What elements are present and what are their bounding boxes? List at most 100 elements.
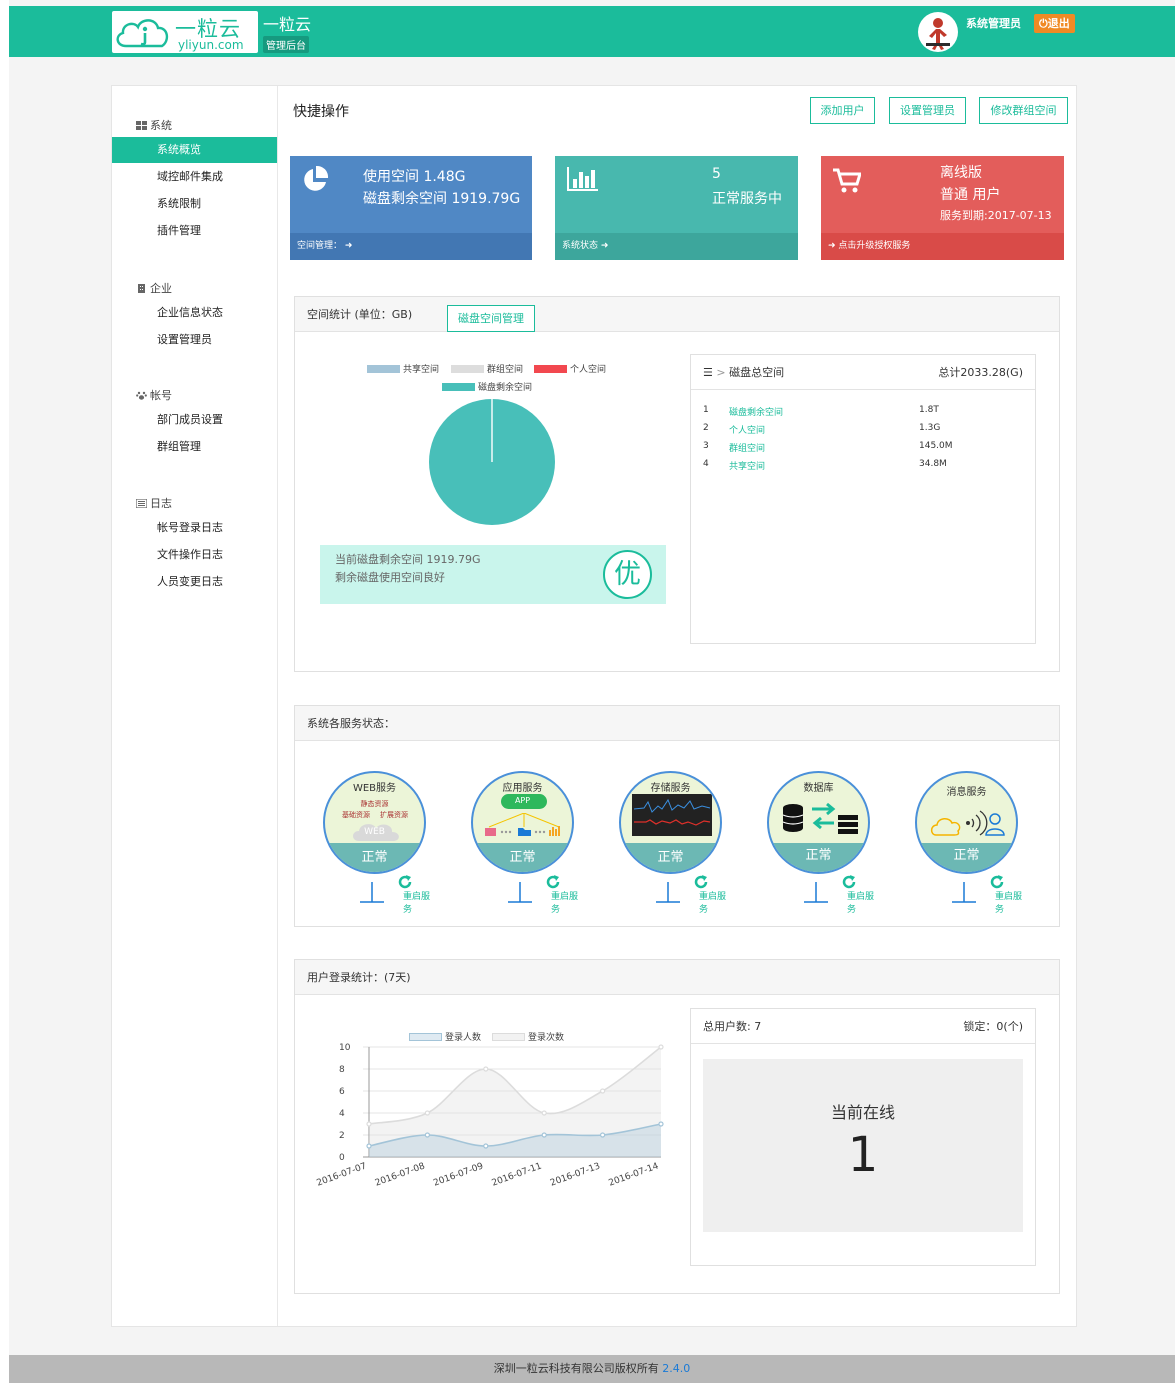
service-web-circle: WEB服务 静态资源 基础资源 扩展资源 WEB 正常: [323, 771, 426, 874]
sidebar-item-set-admin[interactable]: 设置管理员: [112, 327, 277, 353]
upgrade-label: 点击升级授权服务: [838, 241, 911, 251]
sidebar-section-label: 帐号: [150, 389, 172, 402]
set-admin-button[interactable]: 设置管理员: [889, 97, 966, 124]
logo[interactable]: 一粒云 yliyun.com: [112, 11, 258, 53]
tile-license: 离线版 普通 用户 服务到期:2017-07-13 ➜ 点击升级授权服务: [821, 156, 1064, 260]
service-tag: APP: [514, 796, 531, 805]
pie-legend-personal: 个人空间: [534, 362, 606, 375]
refresh-icon[interactable]: [989, 874, 1005, 890]
sidebar-item-file-log[interactable]: 文件操作日志: [112, 542, 277, 568]
restart-button[interactable]: 重启服务: [995, 889, 1025, 915]
row-label[interactable]: 共享空间: [729, 459, 765, 472]
online-label: 当前在线: [830, 1103, 895, 1122]
y-tick-label: 10: [339, 1043, 351, 1053]
top-bar: 一粒云 yliyun.com 一粒云 管理后台 系统管理员 ⏻退出: [9, 6, 1175, 57]
list-icon: ☰: [703, 366, 713, 379]
data-point: [600, 1088, 606, 1094]
row-value: 145.0M: [919, 441, 953, 451]
sidebar-item-limits[interactable]: 系统限制: [112, 191, 277, 217]
service-status: 正常: [805, 848, 832, 863]
avatar[interactable]: [918, 12, 958, 52]
edit-group-space-button[interactable]: 修改群组空间: [979, 97, 1068, 124]
space-stats-panel: 空间统计 (单位：GB) 磁盘空间管理 共享空间 群组空间 个人空间 磁盘剩余空…: [294, 296, 1060, 672]
upgrade-link[interactable]: ➜ 点击升级授权服务: [821, 233, 1064, 260]
space-manage-link[interactable]: 空间管理： ➜: [290, 233, 532, 260]
service-name: 数据库: [803, 783, 834, 794]
user-avatar-icon: [926, 18, 950, 50]
x-tick-label: 2016-07-14: [607, 1161, 660, 1188]
logout-button[interactable]: ⏻退出: [1034, 14, 1075, 33]
sidebar-item-plugins[interactable]: 插件管理: [112, 218, 277, 244]
refresh-icon[interactable]: [693, 874, 709, 890]
x-tick-label: 2016-07-07: [315, 1161, 368, 1188]
total-users: 总用户数: 7: [703, 1020, 762, 1033]
row-label[interactable]: 个人空间: [729, 423, 765, 436]
login-stats-panel: 用户登录统计：(7天) 登录人数 登录次数 0 2 4 6 8 10 2016-07-07 2…: [294, 959, 1060, 1294]
y-tick-label: 0: [339, 1153, 345, 1163]
service-name: 消息服务: [946, 787, 987, 798]
system-status-link[interactable]: 系统状态 ➜: [555, 233, 798, 260]
system-status-label: 系统状态: [562, 241, 599, 251]
data-point: [366, 1121, 372, 1127]
service-web: WEB服务 静态资源 基础资源 扩展资源 WEB 正常 重启服务: [313, 771, 433, 915]
restart-button[interactable]: 重启服务: [847, 889, 877, 915]
online-box: 当前在线 1: [703, 1059, 1023, 1232]
version-link[interactable]: 2.4.0: [662, 1362, 690, 1375]
legend-swatch: [409, 1033, 442, 1041]
row-label[interactable]: 群组空间: [729, 441, 765, 454]
sidebar-item-login-log[interactable]: 帐号登录日志: [112, 515, 277, 541]
sidebar: 系统 系统概览 域控邮件集成 系统限制 插件管理 企业 企业信息状态 设置管理员…: [112, 86, 278, 1326]
service-status: 正常: [657, 850, 684, 865]
add-user-button[interactable]: 添加用户: [810, 97, 875, 124]
service-count: 5: [712, 166, 721, 182]
sidebar-item-domain-mail[interactable]: 域控邮件集成: [112, 164, 277, 190]
breakdown-title: 磁盘总空间: [729, 366, 785, 379]
antenna-icon: [508, 882, 532, 903]
antenna-icon: [952, 882, 976, 903]
service-sub-label: 静态资源: [360, 800, 389, 808]
sidebar-item-member-log[interactable]: 人员变更日志: [112, 569, 277, 595]
tile-space-usage: 使用空间 1.48G 磁盘剩余空间 1919.79G 空间管理： ➜: [290, 156, 532, 260]
online-header: 总用户数: 7 锁定：0(个): [691, 1009, 1035, 1044]
service-message-circle: 消息服务 正常: [915, 771, 1018, 874]
service-database: 数据库 正常 重启服务: [757, 771, 877, 915]
restart-button[interactable]: 重启服务: [403, 889, 433, 915]
sidebar-item-overview[interactable]: 系统概览: [112, 137, 277, 163]
sidebar-item-members[interactable]: 部门成员设置: [112, 407, 277, 433]
sidebar-section-system: 系统: [136, 117, 172, 133]
refresh-icon[interactable]: [841, 874, 857, 890]
arrow-circle-icon: ➜: [600, 241, 609, 251]
service-app-circle: 应用服务 APP 正常: [471, 771, 574, 874]
sidebar-item-groups[interactable]: 群组管理: [112, 434, 277, 460]
restart-button[interactable]: 重启服务: [551, 889, 581, 915]
legend-label: 个人空间: [570, 365, 607, 375]
sidebar-item-enterprise-info[interactable]: 企业信息状态: [112, 300, 277, 326]
app-connections-icon: [485, 813, 560, 836]
y-tick-label: 2: [339, 1131, 345, 1141]
disk-manage-button[interactable]: 磁盘空间管理: [447, 305, 535, 332]
data-point: [366, 1143, 372, 1149]
legend-label: 群组空间: [487, 365, 524, 375]
sidebar-section-enterprise: 企业: [136, 280, 172, 296]
pie-legend-shared: 共享空间: [367, 362, 439, 375]
restart-button[interactable]: 重启服务: [699, 889, 729, 915]
cloud-logo-icon: [116, 19, 169, 48]
service-message: 消息服务 正常 重启服务: [905, 771, 1025, 915]
data-point: [600, 1132, 606, 1138]
logo-text-en: yliyun.com: [178, 38, 244, 52]
space-stats-title: 空间统计 (单位：GB): [307, 308, 413, 321]
legend-label: 共享空间: [403, 365, 440, 375]
disk-status-box: 当前磁盘剩余空间 1919.79G 剩余磁盘使用空间良好 优: [320, 545, 666, 604]
x-tick-label: 2016-07-09: [432, 1161, 485, 1188]
row-label[interactable]: 磁盘剩余空间: [729, 405, 783, 418]
refresh-icon[interactable]: [397, 874, 413, 890]
admin-name[interactable]: 系统管理员: [966, 15, 1021, 31]
online-users-panel: 总用户数: 7 锁定：0(个) 当前在线 1: [690, 1008, 1036, 1266]
antenna-icon: [656, 882, 680, 903]
refresh-icon[interactable]: [545, 874, 561, 890]
user-type-text: 普通 用户: [940, 187, 1001, 203]
data-point: [658, 1044, 664, 1050]
copyright-text: 深圳一粒云科技有限公司版权所有: [493, 1362, 659, 1375]
service-storage: 存储服务 正常 重启服务: [609, 771, 729, 915]
space-manage-label: 空间管理：: [297, 241, 343, 251]
